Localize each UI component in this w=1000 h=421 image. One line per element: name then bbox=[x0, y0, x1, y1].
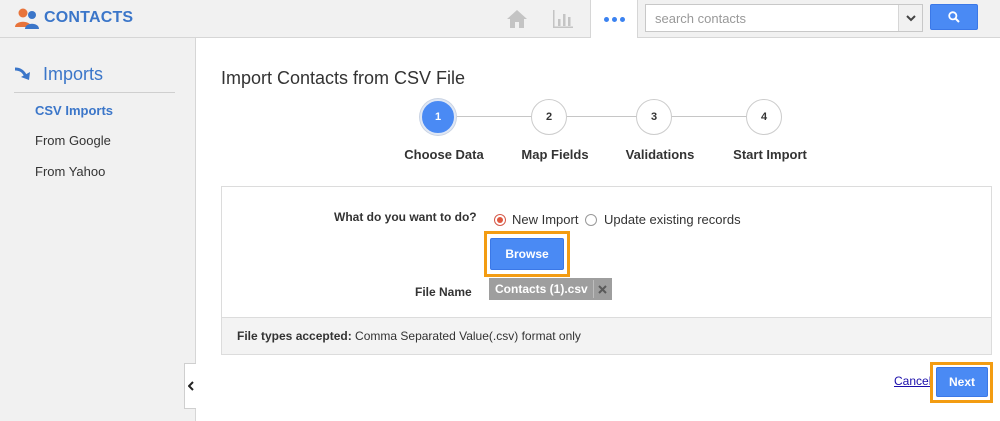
step-4-label: Start Import bbox=[733, 147, 807, 162]
step-3-circle: 3 bbox=[636, 99, 672, 135]
file-types-note: File types accepted: Comma Separated Val… bbox=[222, 317, 991, 354]
remove-file-button[interactable] bbox=[593, 280, 610, 298]
sidebar-section-header: Imports bbox=[14, 62, 175, 93]
sidebar-item-from-google[interactable]: From Google bbox=[35, 133, 111, 148]
nav-reports-button[interactable] bbox=[541, 0, 585, 37]
page-title: Import Contacts from CSV File bbox=[221, 68, 466, 88]
step-connector bbox=[672, 116, 747, 117]
search-button[interactable] bbox=[930, 4, 978, 30]
search-icon bbox=[948, 11, 960, 23]
top-bar: CONTACTS bbox=[0, 0, 1000, 38]
step-4-circle: 4 bbox=[746, 99, 782, 135]
update-records-radio[interactable] bbox=[585, 214, 597, 226]
arrow-curve-icon bbox=[14, 67, 30, 80]
home-icon bbox=[507, 9, 527, 28]
step-2-label: Map Fields bbox=[521, 147, 589, 162]
file-chip: Contacts (1).csv bbox=[489, 278, 612, 300]
search-box bbox=[645, 4, 923, 32]
step-connector bbox=[567, 116, 637, 117]
step-2-circle: 2 bbox=[531, 99, 567, 135]
close-icon bbox=[597, 284, 607, 294]
step-3-label: Validations bbox=[625, 147, 695, 162]
step-1-circle: 1 bbox=[420, 99, 456, 135]
cancel-link[interactable]: Cancel bbox=[894, 374, 930, 388]
import-type-question: What do you want to do? bbox=[334, 210, 477, 224]
sidebar-collapse-button[interactable] bbox=[184, 363, 196, 409]
file-types-note-text: Comma Separated Value(.csv) format only bbox=[351, 329, 581, 343]
browse-button[interactable]: Browse bbox=[490, 238, 564, 270]
chevron-down-icon bbox=[905, 14, 916, 21]
contacts-people-icon bbox=[15, 8, 39, 29]
file-name-label: File Name bbox=[415, 285, 472, 299]
app-title: CONTACTS bbox=[44, 9, 134, 26]
bar-chart-icon bbox=[553, 9, 573, 28]
chevron-left-icon bbox=[187, 381, 194, 391]
file-types-note-label: File types accepted: bbox=[237, 329, 352, 343]
new-import-label[interactable]: New Import bbox=[512, 212, 578, 227]
new-import-radio[interactable] bbox=[494, 214, 506, 226]
app-brand[interactable]: CONTACTS bbox=[14, 6, 133, 30]
nav-more-button[interactable] bbox=[590, 0, 638, 38]
nav-home-button[interactable] bbox=[495, 0, 539, 37]
more-dots-icon bbox=[603, 16, 625, 22]
step-1-label: Choose Data bbox=[404, 147, 484, 162]
search-input[interactable] bbox=[646, 5, 899, 31]
update-records-label[interactable]: Update existing records bbox=[604, 212, 741, 227]
next-button[interactable]: Next bbox=[936, 367, 988, 397]
sidebar-section-title: Imports bbox=[43, 64, 104, 84]
import-form-card: What do you want to do? New Import Updat… bbox=[221, 186, 992, 355]
file-chip-name: Contacts (1).csv bbox=[495, 282, 588, 296]
step-connector bbox=[456, 116, 532, 117]
search-dropdown-toggle[interactable] bbox=[898, 5, 922, 31]
sidebar-item-from-yahoo[interactable]: From Yahoo bbox=[35, 164, 105, 179]
sidebar-item-csv-imports[interactable]: CSV Imports bbox=[35, 103, 113, 118]
sidebar: Imports CSV Imports From Google From Yah… bbox=[0, 38, 196, 421]
